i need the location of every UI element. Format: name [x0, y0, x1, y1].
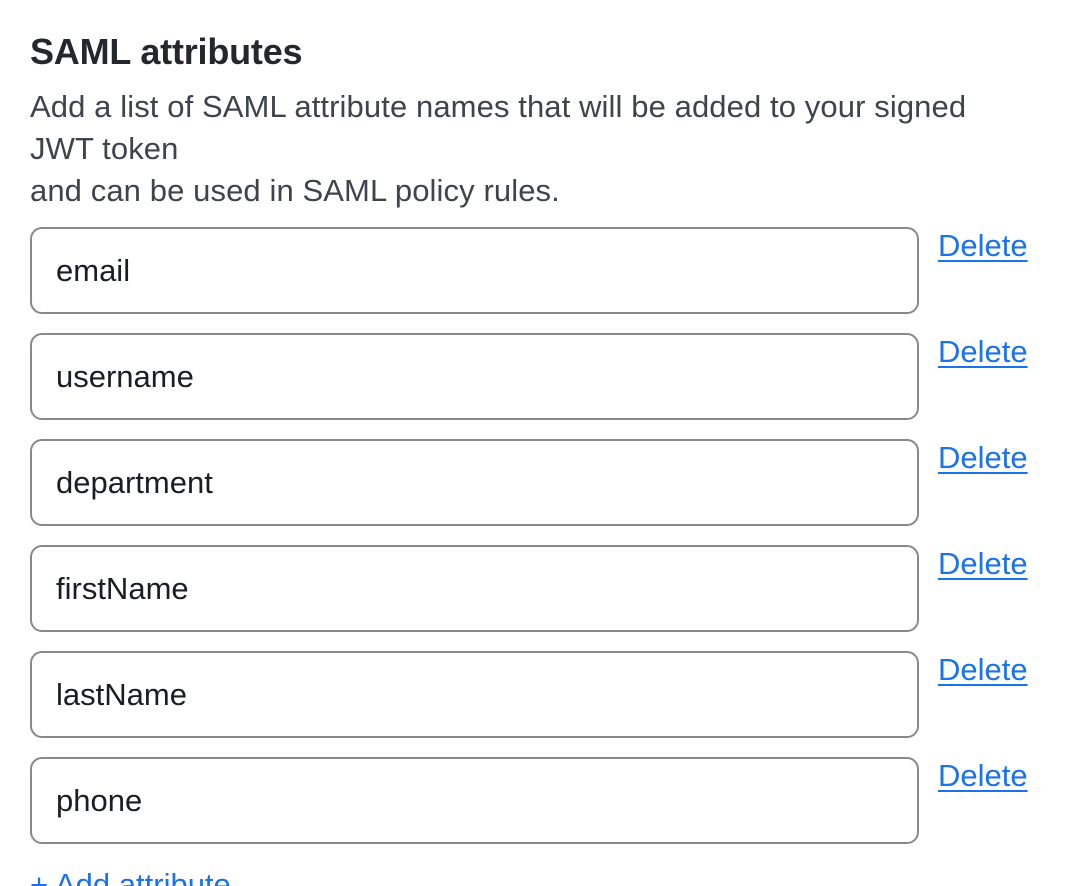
delete-link[interactable]: Delete — [938, 441, 1028, 475]
delete-link[interactable]: Delete — [938, 547, 1028, 581]
page-title: SAML attributes — [30, 30, 1036, 74]
saml-attributes-section: SAML attributes Add a list of SAML attri… — [0, 0, 1066, 886]
section-description: Add a list of SAML attribute names that … — [30, 86, 1036, 212]
add-attribute-link[interactable]: + Add attribute — [30, 867, 231, 886]
attribute-row: Delete — [30, 439, 1036, 526]
delete-link[interactable]: Delete — [938, 335, 1028, 369]
attribute-input-username[interactable] — [30, 333, 919, 420]
attribute-row: Delete — [30, 545, 1036, 632]
attribute-input-phone[interactable] — [30, 757, 919, 844]
delete-link[interactable]: Delete — [938, 653, 1028, 687]
attribute-row: Delete — [30, 757, 1036, 844]
section-description-line1: Add a list of SAML attribute names that … — [30, 86, 1036, 170]
attribute-list: Delete Delete Delete Delete Delete Delet… — [30, 227, 1036, 844]
attribute-input-firstname[interactable] — [30, 545, 919, 632]
section-description-line2: and can be used in SAML policy rules. — [30, 170, 1036, 212]
attribute-input-lastname[interactable] — [30, 651, 919, 738]
delete-link[interactable]: Delete — [938, 229, 1028, 263]
add-attribute-row: + Add attribute — [30, 866, 1036, 886]
attribute-row: Delete — [30, 651, 1036, 738]
delete-link[interactable]: Delete — [938, 759, 1028, 793]
attribute-row: Delete — [30, 333, 1036, 420]
attribute-row: Delete — [30, 227, 1036, 314]
attribute-input-department[interactable] — [30, 439, 919, 526]
attribute-input-email[interactable] — [30, 227, 919, 314]
